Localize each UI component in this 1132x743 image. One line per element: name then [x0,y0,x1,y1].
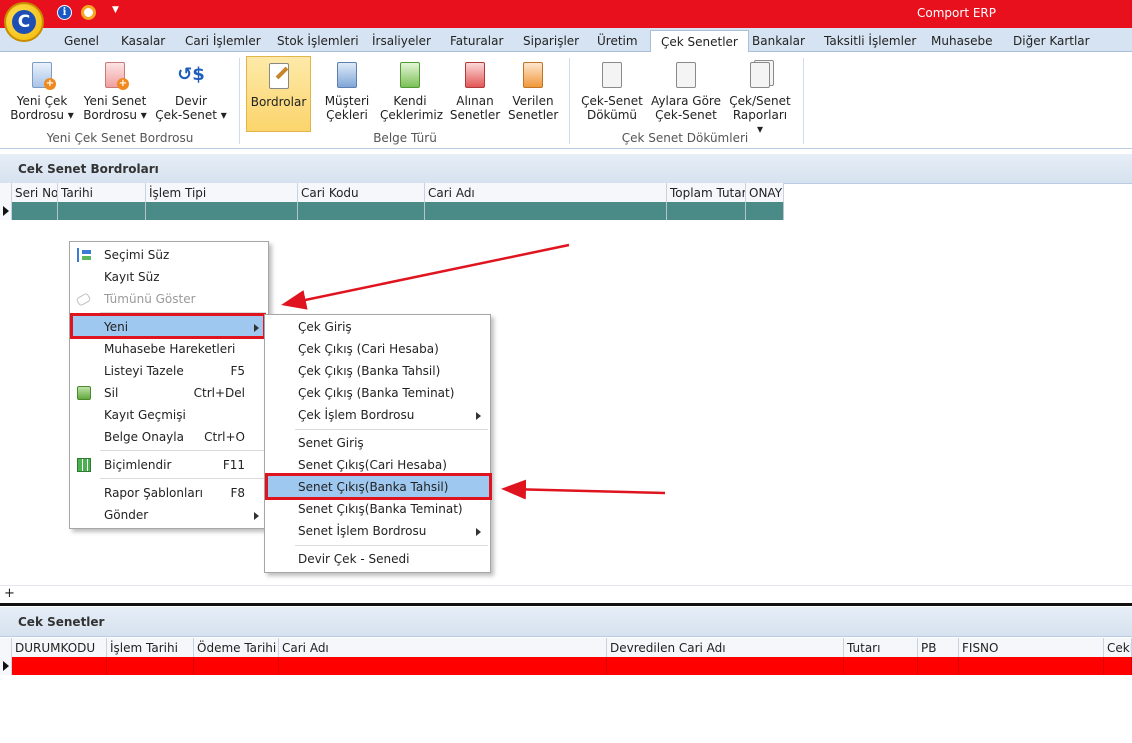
app-logo[interactable]: C [4,2,44,42]
arrow-to-senet-cikis [501,479,666,500]
annotation-arrows [281,243,666,500]
arrow-to-yeni [281,243,570,310]
logo-letter: C [12,10,36,34]
